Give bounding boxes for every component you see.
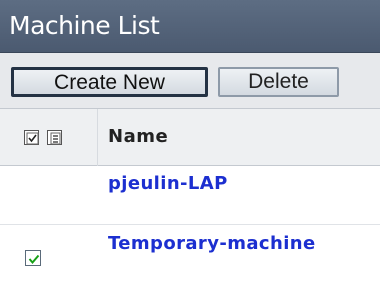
- create-new-button[interactable]: Create New: [11, 67, 208, 97]
- select-all-icon[interactable]: [24, 130, 39, 145]
- delete-button[interactable]: Delete: [218, 67, 339, 97]
- table-row: pjeulin-LAP: [0, 166, 380, 225]
- machine-link[interactable]: Temporary-machine: [108, 233, 316, 254]
- deselect-all-icon[interactable]: [47, 130, 62, 145]
- machine-link[interactable]: pjeulin-LAP: [108, 173, 228, 194]
- name-column-header[interactable]: Name: [108, 126, 168, 147]
- toolbar: Create New Delete: [0, 53, 380, 109]
- machine-list-panel: Machine List Create New Delete Name pjeu…: [0, 0, 380, 282]
- checkbox-icon[interactable]: [25, 250, 41, 266]
- panel-title-bar: Machine List: [0, 0, 380, 53]
- panel-title: Machine List: [9, 11, 160, 40]
- table-row: Temporary-machine: [0, 225, 380, 282]
